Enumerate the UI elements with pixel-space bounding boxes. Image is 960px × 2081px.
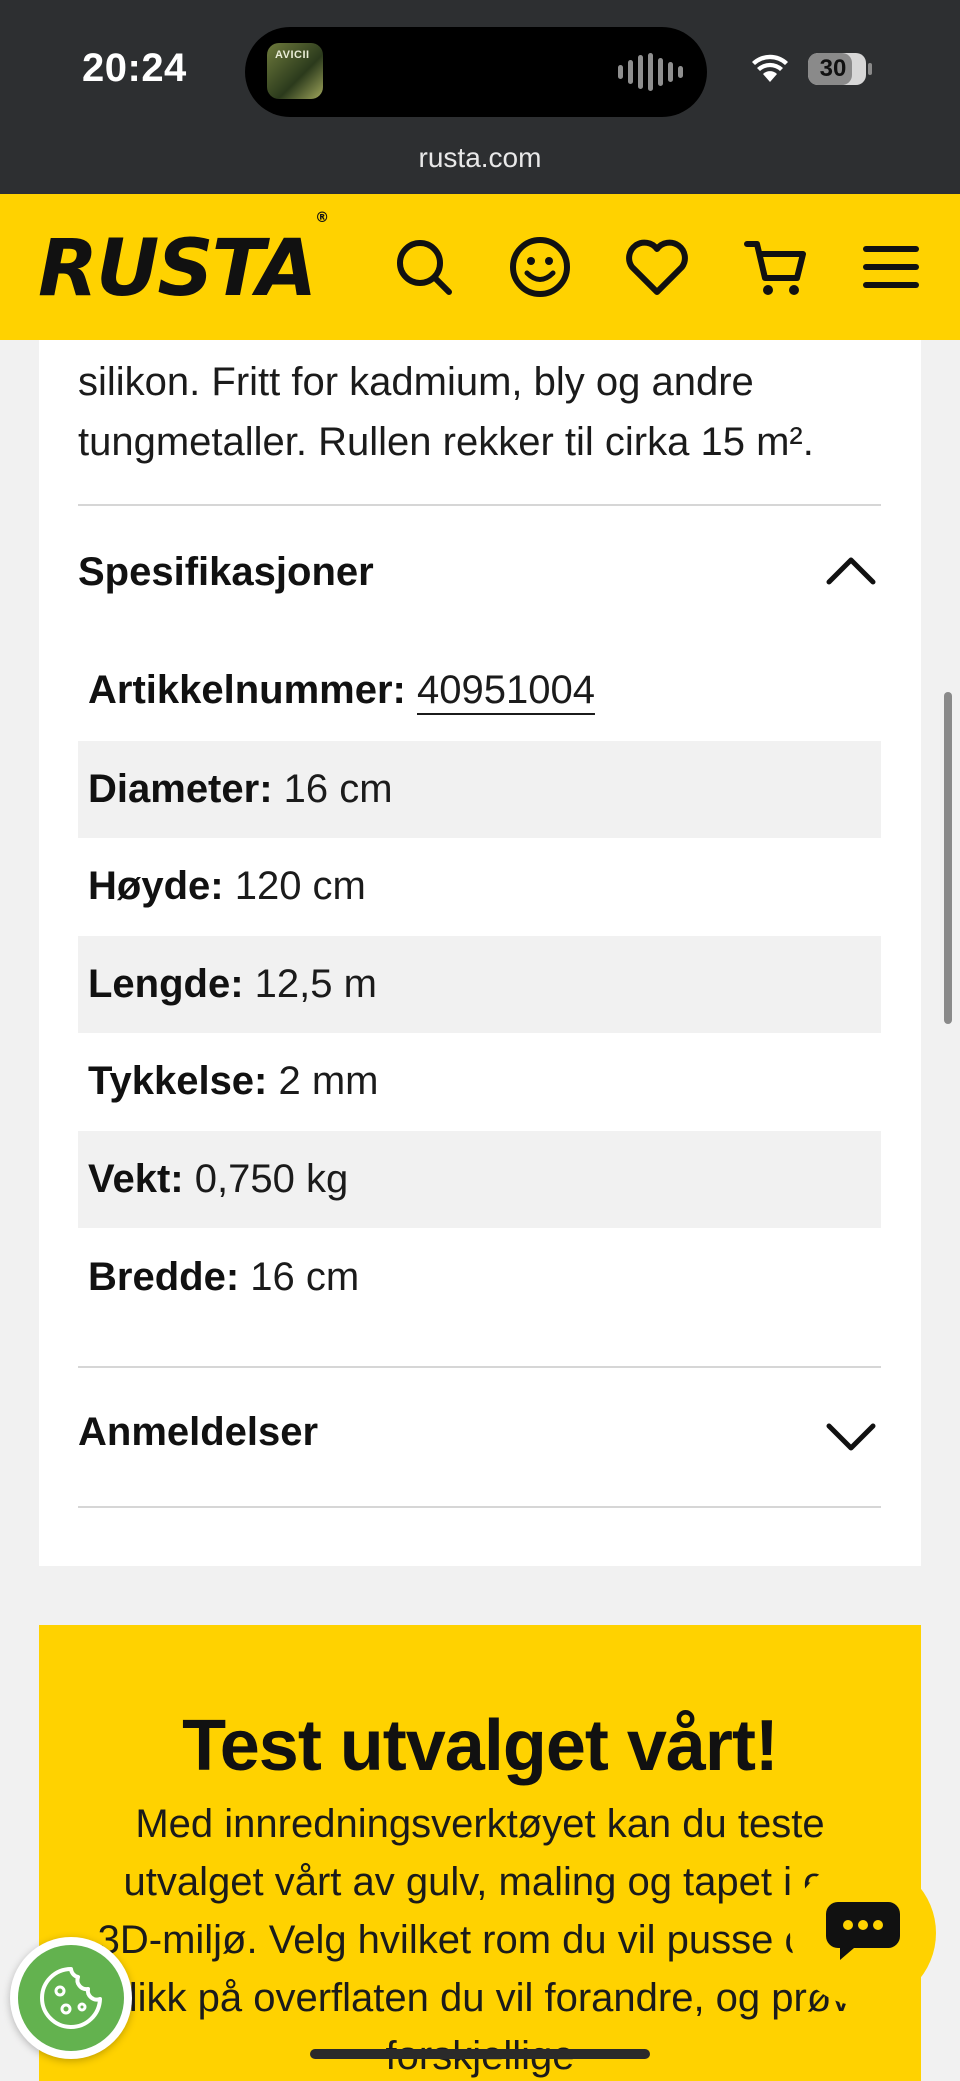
site-header: RUSTA®	[0, 194, 960, 340]
chat-button[interactable]	[790, 1860, 936, 2006]
battery-level: 30	[819, 55, 847, 82]
spec-row-thickness: Tykkelse: 2 mm	[78, 1033, 881, 1130]
cookie-icon	[40, 1967, 102, 2029]
spec-label: Vekt:	[88, 1157, 184, 1201]
divider	[78, 504, 881, 506]
divider	[78, 1366, 881, 1368]
album-label: AVICII	[275, 49, 310, 61]
dynamic-island[interactable]: AVICII	[245, 27, 707, 117]
promo-text: Med innredningsverktøyet kan du teste ut…	[97, 1802, 863, 2078]
chat-icon	[826, 1902, 900, 1960]
spec-row-article-number: Artikkelnummer: 40951004	[78, 642, 881, 739]
spec-label: Bredde:	[88, 1255, 240, 1299]
album-art: AVICII	[267, 43, 323, 99]
status-time: 20:24	[82, 46, 187, 90]
rusta-logo[interactable]: RUSTA®	[38, 210, 329, 314]
spec-row-weight: Vekt: 0,750 kg	[78, 1131, 881, 1228]
spec-value: 16 cm	[250, 1255, 360, 1299]
spec-row-diameter: Diameter: 16 cm	[78, 741, 881, 838]
account-icon[interactable]	[505, 232, 575, 302]
spec-value: 12,5 m	[254, 962, 377, 1006]
cookie-settings-button[interactable]	[10, 1937, 132, 2059]
spec-label: Høyde:	[88, 864, 224, 908]
spec-row-width: Bredde: 16 cm	[78, 1229, 881, 1326]
divider	[78, 1506, 881, 1508]
home-indicator[interactable]	[310, 2049, 650, 2059]
spec-label: Diameter:	[88, 767, 273, 811]
spec-row-length: Lengde: 12,5 m	[78, 936, 881, 1033]
chevron-down-icon[interactable]	[825, 1422, 877, 1454]
description-line: tungmetaller. Rullen rekker til cirka 15…	[78, 420, 814, 464]
search-icon[interactable]	[389, 232, 459, 302]
wifi-icon	[752, 54, 788, 82]
logo-text: RUSTA	[38, 224, 317, 314]
battery-tip	[868, 63, 872, 75]
scrollbar[interactable]	[944, 692, 952, 1024]
spec-value: 0,750 kg	[194, 1157, 349, 1201]
product-description: silikon. Fritt for kadmium, bly og andre…	[78, 352, 898, 472]
spec-value: 16 cm	[283, 767, 393, 811]
specs-accordion-title[interactable]: Spesifikasjoner	[78, 550, 374, 595]
status-bar: 20:24 AVICII 30 rusta.com	[0, 0, 960, 194]
menu-icon[interactable]	[856, 232, 926, 302]
battery-icon: 30	[808, 53, 866, 85]
wishlist-icon[interactable]	[622, 232, 692, 302]
address-bar[interactable]: rusta.com	[0, 142, 960, 174]
spec-row-height: Høyde: 120 cm	[78, 838, 881, 935]
promo-banner: Test utvalget vårt! Med innredningsverkt…	[39, 1625, 921, 2081]
product-info-card: silikon. Fritt for kadmium, bly og andre…	[39, 340, 921, 1566]
chevron-up-icon[interactable]	[825, 554, 877, 586]
description-line: silikon. Fritt for kadmium, bly og andre	[78, 360, 754, 404]
cart-icon[interactable]	[741, 232, 811, 302]
spec-label: Lengde:	[88, 962, 244, 1006]
promo-title: Test utvalget vårt!	[182, 1706, 779, 1786]
article-number-link[interactable]: 40951004	[417, 668, 595, 712]
spec-value: 120 cm	[234, 864, 366, 908]
spec-label: Artikkelnummer:	[88, 668, 406, 712]
reviews-accordion-title[interactable]: Anmeldelser	[78, 1410, 318, 1455]
spec-label: Tykkelse:	[88, 1059, 268, 1103]
spec-value: 2 mm	[278, 1059, 379, 1103]
audio-wave-icon	[618, 53, 683, 91]
